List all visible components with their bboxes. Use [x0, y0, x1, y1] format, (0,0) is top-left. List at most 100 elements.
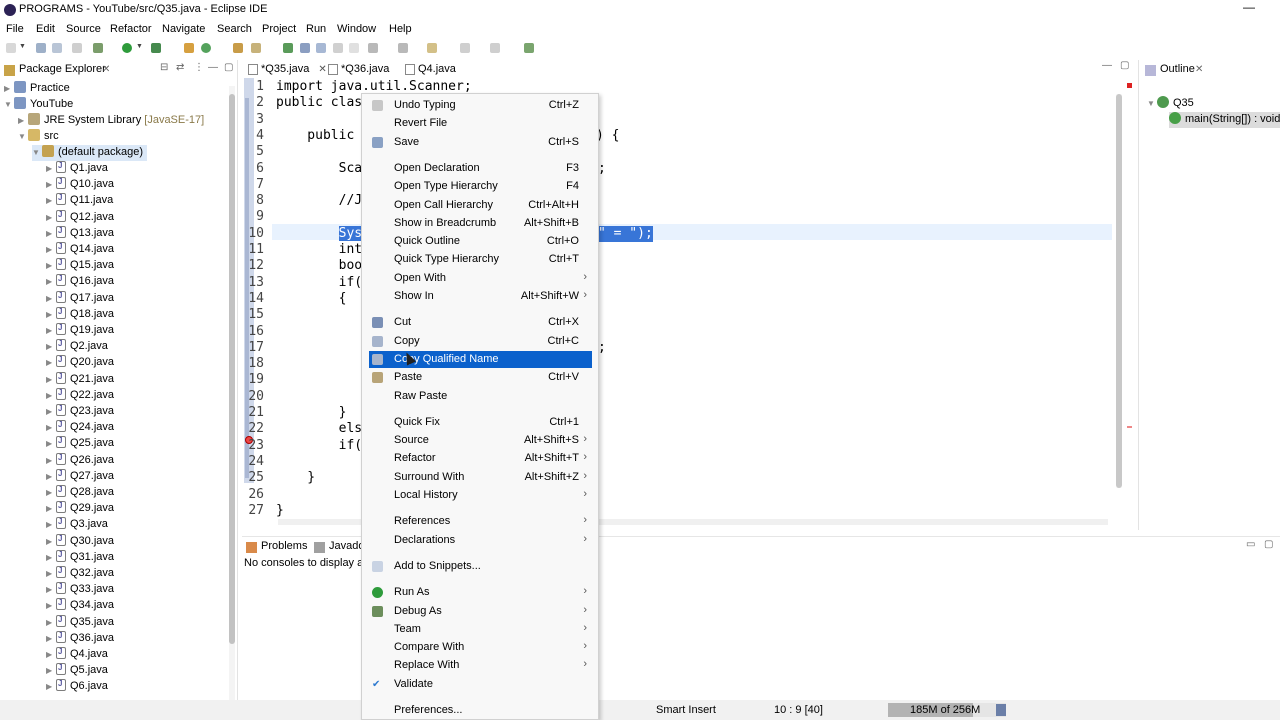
menu-item-preferences[interactable]: Preferences... [369, 702, 592, 719]
pin-editor-icon[interactable] [524, 43, 534, 53]
tree-item-file[interactable]: ▶ Q29.java [46, 501, 114, 517]
menu-item-open-type-hierarchy[interactable]: Open Type Hierarchy F4 [369, 178, 592, 195]
tree-item-file[interactable]: ▶ Q33.java [46, 582, 114, 598]
close-icon[interactable]: ✕ [102, 64, 110, 75]
tree-item-file[interactable]: ▶ Q20.java [46, 355, 114, 371]
expand-icon[interactable]: ▶ [46, 245, 56, 254]
expand-icon[interactable]: ▶ [46, 180, 56, 189]
code-line[interactable]: public clas [276, 95, 362, 111]
tree-item-file[interactable]: ▶ Q4.java [46, 647, 108, 663]
save-icon[interactable] [36, 43, 46, 53]
menu-item-quick-type-hierarchy[interactable]: Quick Type Hierarchy Ctrl+T [369, 251, 592, 268]
expand-icon[interactable]: ▶ [46, 423, 56, 432]
tree-item-file[interactable]: ▶ Q19.java [46, 323, 114, 339]
expand-icon[interactable]: ▶ [46, 213, 56, 222]
new-package-icon[interactable] [201, 43, 211, 53]
tree-item-file[interactable]: ▶ Q17.java [46, 290, 114, 307]
code-line[interactable]: els [276, 421, 362, 437]
tree-item-file[interactable]: ▶ Q3.java [46, 517, 108, 533]
code-line[interactable]: Sys [276, 225, 363, 242]
back-icon[interactable] [460, 43, 470, 53]
expand-icon[interactable]: ▶ [46, 601, 56, 610]
menu-item-show-in[interactable]: Show In Alt+Shift+W › [369, 288, 592, 305]
menu-run[interactable]: Run [306, 23, 326, 35]
expand-icon[interactable]: ▶ [4, 84, 14, 93]
tree-item-file[interactable]: ▶ Q21.java [46, 371, 114, 388]
expand-icon[interactable]: ▶ [46, 261, 56, 270]
tree-item-file[interactable]: ▶ Q26.java [46, 452, 114, 469]
show-whitespace-icon[interactable] [333, 43, 343, 53]
tree-item-file[interactable]: ▶ Q2.java [46, 339, 108, 355]
expand-icon[interactable]: ▶ [46, 407, 56, 416]
print-icon[interactable] [72, 43, 82, 53]
expand-icon[interactable]: ▶ [46, 618, 56, 627]
editor-scrollbar[interactable] [1116, 94, 1122, 488]
toggle-block-icon[interactable] [316, 43, 326, 53]
tree-item-file[interactable]: ▶ Q27.java [46, 468, 114, 485]
menu-item-revert-file[interactable]: Revert File [369, 115, 592, 132]
expand-icon[interactable]: ▶ [46, 537, 56, 546]
expand-icon[interactable]: ▶ [46, 358, 56, 367]
run-dropdown-icon[interactable]: ▼ [136, 43, 143, 50]
expand-icon[interactable]: ▶ [46, 229, 56, 238]
tree-item-file[interactable]: ▶ Q13.java [46, 225, 114, 242]
tab-q35[interactable]: *Q35.java ✕ [246, 63, 327, 75]
next-edit-icon[interactable] [368, 43, 378, 53]
scrollbar-thumb[interactable] [1116, 94, 1122, 488]
tree-item-file[interactable]: ▶ Q32.java [46, 566, 114, 582]
expand-icon[interactable]: ▶ [46, 472, 56, 481]
menu-help[interactable]: Help [389, 23, 412, 35]
scrollbar[interactable] [229, 86, 235, 712]
expand-icon[interactable]: ▶ [46, 294, 56, 303]
minimize-view-icon[interactable]: — [208, 62, 218, 73]
collapse-icon[interactable]: ▼ [18, 132, 28, 141]
link-editor-icon[interactable]: ⇄ [176, 62, 184, 73]
menu-navigate[interactable]: Navigate [162, 23, 205, 35]
forward-icon[interactable] [490, 43, 500, 53]
tree-item-file[interactable]: ▶ Q18.java [46, 306, 114, 323]
expand-icon[interactable]: ▶ [46, 569, 56, 578]
menu-file[interactable]: File [6, 23, 24, 35]
error-overview-marker[interactable] [1127, 83, 1132, 88]
expand-icon[interactable]: ▶ [46, 456, 56, 465]
menu-item-replace-with[interactable]: Replace With › [369, 657, 592, 674]
menu-project[interactable]: Project [262, 23, 296, 35]
tree-item-file[interactable]: ▶ Q34.java [46, 598, 114, 614]
code-line-tail[interactable]: " = "); [598, 225, 653, 242]
tab-q36[interactable]: *Q36.java [326, 63, 389, 75]
tree-item-file[interactable]: ▶ Q23.java [46, 404, 114, 420]
code-line[interactable]: Sca [276, 161, 362, 177]
tree-item-file[interactable]: ▶ Q35.java [46, 614, 114, 631]
menu-item-refactor[interactable]: Refactor Alt+Shift+T › [369, 450, 592, 467]
menu-item-declarations[interactable]: Declarations › [369, 532, 592, 549]
menu-refactor[interactable]: Refactor [110, 23, 152, 35]
collapse-icon[interactable]: ▼ [4, 100, 14, 109]
run-icon[interactable] [122, 43, 132, 53]
menu-item-show-in-breadcrumb[interactable]: Show in Breadcrumb Alt+Shift+B [369, 215, 592, 232]
close-icon[interactable]: ✕ [1195, 64, 1203, 75]
menu-item-paste[interactable]: Paste Ctrl+V [369, 369, 592, 386]
code-line-tail[interactable]: ) { [596, 128, 619, 144]
expand-icon[interactable]: ▶ [46, 504, 56, 513]
code-line[interactable]: boo [276, 258, 362, 274]
tree-item-jre[interactable]: ▶ JRE System Library [JavaSE-17] [18, 113, 204, 129]
expand-icon[interactable]: ▶ [46, 585, 56, 594]
expand-icon[interactable]: ▶ [46, 488, 56, 497]
menu-item-undo-typing[interactable]: Undo Typing Ctrl+Z [369, 97, 592, 114]
maximize-console-icon[interactable]: ▢ [1264, 539, 1273, 550]
search-icon[interactable] [251, 43, 261, 53]
maximize-editor-icon[interactable]: ▢ [1120, 60, 1129, 71]
pilcrow-icon[interactable] [349, 43, 359, 53]
expand-icon[interactable]: ▶ [46, 164, 56, 173]
expand-icon[interactable]: ▶ [46, 682, 56, 691]
menu-item-save[interactable]: Save Ctrl+S [369, 134, 592, 151]
tree-item-file[interactable]: ▶ Q6.java [46, 679, 108, 695]
expand-icon[interactable]: ▶ [46, 634, 56, 643]
code-line[interactable]: if( [276, 275, 362, 291]
expand-icon[interactable]: ▶ [46, 391, 56, 400]
menu-item-raw-paste[interactable]: Raw Paste [369, 388, 592, 405]
menu-item-local-history[interactable]: Local History › [369, 487, 592, 504]
menu-item-open-call-hierarchy[interactable]: Open Call Hierarchy Ctrl+Alt+H [369, 197, 592, 214]
expand-icon[interactable]: ▶ [46, 196, 56, 205]
menu-search[interactable]: Search [217, 23, 252, 35]
